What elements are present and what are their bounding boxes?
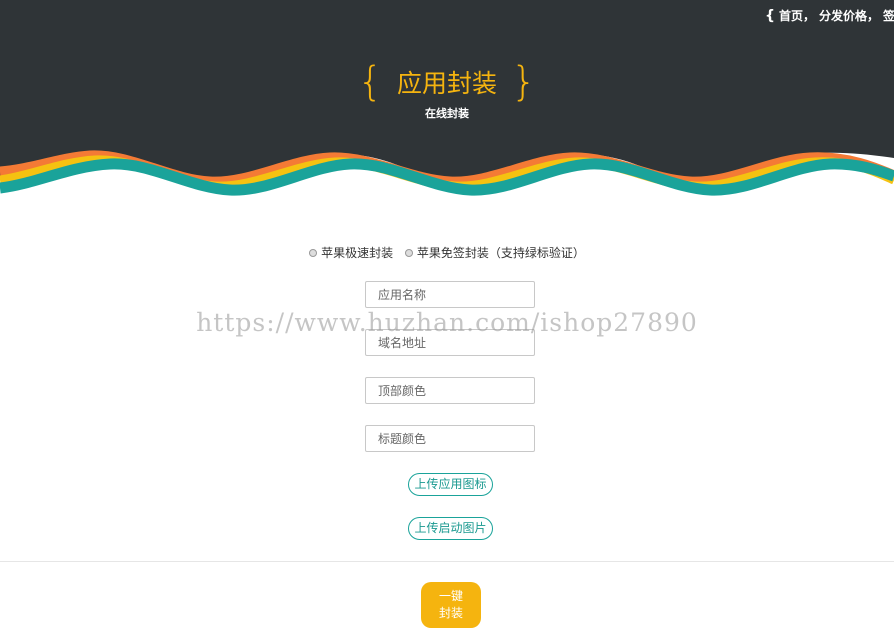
option-fast-package[interactable]: 苹果极速封装 bbox=[309, 244, 393, 261]
nav-item-home[interactable]: 首页 bbox=[779, 9, 803, 23]
nav-item-pricing[interactable]: 分发价格 bbox=[819, 9, 867, 23]
nav-item-sign[interactable]: 签 bbox=[883, 9, 894, 23]
app-name-input[interactable] bbox=[365, 281, 535, 308]
option-label: 苹果免签封装（支持绿标验证） bbox=[416, 246, 585, 260]
top-color-input[interactable] bbox=[365, 377, 535, 404]
wave-decoration bbox=[0, 150, 894, 200]
page-title-block: { 应用封装 } bbox=[0, 62, 894, 102]
header-banner: {首页， 分发价格，签 { 应用封装 } 在线封装 bbox=[0, 0, 894, 200]
page-title: 应用封装 bbox=[396, 69, 497, 98]
radio-dot-icon[interactable] bbox=[309, 248, 318, 257]
title-brace-right: } bbox=[511, 59, 537, 105]
radio-dot-icon[interactable] bbox=[404, 248, 413, 257]
option-label: 苹果极速封装 bbox=[321, 246, 394, 260]
package-type-options: 苹果极速封装 苹果免签封装（支持绿标验证） bbox=[0, 244, 894, 261]
option-free-sign-package[interactable]: 苹果免签封装（支持绿标验证） bbox=[404, 244, 585, 261]
domain-input[interactable] bbox=[365, 329, 535, 356]
submit-label-line1: 一键 bbox=[438, 589, 463, 603]
one-click-package-button[interactable]: 一键 封装 bbox=[421, 582, 481, 628]
nav-separator: ， bbox=[867, 9, 880, 23]
top-nav: {首页， 分发价格，签 bbox=[765, 7, 894, 24]
title-color-input[interactable] bbox=[365, 425, 535, 452]
title-brace-left: { bbox=[357, 59, 383, 105]
nav-separator: ， bbox=[802, 9, 815, 23]
nav-brace: { bbox=[765, 8, 775, 24]
page-subtitle: 在线封装 bbox=[425, 107, 469, 120]
submit-label-line2: 封装 bbox=[438, 606, 463, 620]
upload-splash-image-button[interactable]: 上传启动图片 bbox=[408, 517, 493, 540]
divider bbox=[0, 561, 894, 562]
upload-app-icon-button[interactable]: 上传应用图标 bbox=[408, 473, 493, 496]
